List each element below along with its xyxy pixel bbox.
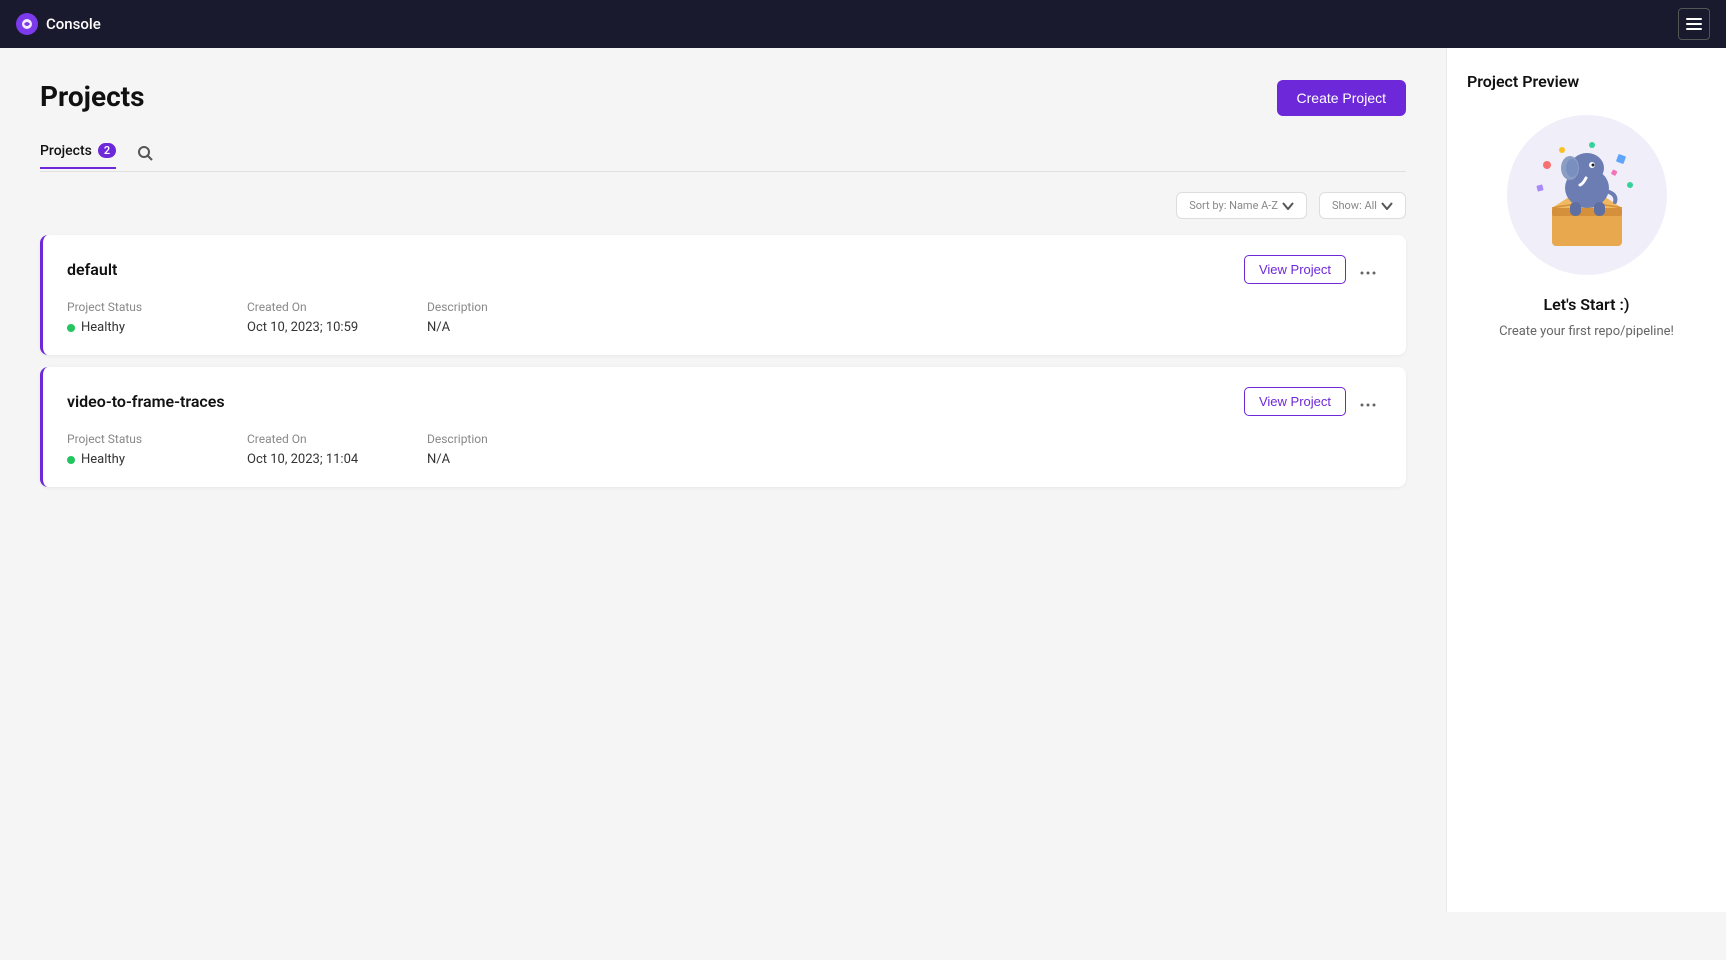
project-card-default: default View Project Project Status bbox=[40, 235, 1406, 355]
page-title: Projects bbox=[40, 80, 145, 113]
more-options-button-default[interactable] bbox=[1354, 255, 1382, 284]
project-created-label-vtft: Created On bbox=[247, 432, 427, 446]
project-created-value-vtft: Oct 10, 2023; 11:04 bbox=[247, 452, 427, 467]
sort-chevron-icon bbox=[1282, 202, 1294, 210]
preview-title: Project Preview bbox=[1467, 72, 1579, 91]
main-layout: Projects Create Project Projects 2 bbox=[0, 48, 1726, 912]
project-name-default: default bbox=[67, 260, 117, 279]
project-meta-vtft: Project Status Healthy Created On Oct 10… bbox=[67, 432, 1382, 467]
project-card-vtft: video-to-frame-traces View Project Proje… bbox=[40, 367, 1406, 487]
tab-projects[interactable]: Projects 2 bbox=[40, 143, 116, 169]
project-created-value-default: Oct 10, 2023; 10:59 bbox=[247, 320, 427, 335]
project-status-col-default: Project Status Healthy bbox=[67, 300, 247, 335]
project-created-label-default: Created On bbox=[247, 300, 427, 314]
filter-row: Sort by: Name A-Z Show: All bbox=[40, 192, 1406, 219]
project-card-header-default: default View Project bbox=[67, 255, 1382, 284]
project-status-value-default: Healthy bbox=[67, 320, 247, 335]
project-desc-value-vtft: N/A bbox=[427, 452, 1382, 467]
project-status-text-vtft: Healthy bbox=[81, 452, 125, 467]
project-desc-col-default: Description N/A bbox=[427, 300, 1382, 335]
more-options-button-vtft[interactable] bbox=[1354, 387, 1382, 416]
tab-projects-label: Projects bbox=[40, 143, 92, 159]
project-actions-default: View Project bbox=[1244, 255, 1382, 284]
app-logo bbox=[16, 13, 38, 35]
app-title: Console bbox=[46, 15, 101, 33]
sort-filter-label: Sort by: Name A-Z bbox=[1189, 199, 1278, 212]
project-status-text-default: Healthy bbox=[81, 320, 125, 335]
page-header: Projects Create Project bbox=[40, 80, 1406, 116]
project-status-value-vtft: Healthy bbox=[67, 452, 247, 467]
elephant-illustration bbox=[1507, 115, 1667, 275]
tabs-left: Projects 2 bbox=[40, 140, 158, 171]
create-project-button[interactable]: Create Project bbox=[1277, 80, 1406, 116]
show-filter[interactable]: Show: All bbox=[1319, 192, 1406, 219]
tab-projects-badge: 2 bbox=[98, 143, 116, 158]
topbar-left: Console bbox=[16, 13, 101, 35]
topbar: Console bbox=[0, 0, 1726, 48]
project-status-label-vtft: Project Status bbox=[67, 432, 247, 446]
project-created-col-default: Created On Oct 10, 2023; 10:59 bbox=[247, 300, 427, 335]
tabs-row: Projects 2 bbox=[40, 140, 1406, 172]
project-desc-col-vtft: Description N/A bbox=[427, 432, 1382, 467]
sort-filter[interactable]: Sort by: Name A-Z bbox=[1176, 192, 1307, 219]
view-project-button-vtft[interactable]: View Project bbox=[1244, 387, 1346, 416]
elephant-svg bbox=[1522, 130, 1652, 260]
search-button[interactable] bbox=[132, 140, 158, 171]
project-card-header-vtft: video-to-frame-traces View Project bbox=[67, 387, 1382, 416]
project-status-label-default: Project Status bbox=[67, 300, 247, 314]
project-status-col-vtft: Project Status Healthy bbox=[67, 432, 247, 467]
project-meta-default: Project Status Healthy Created On Oct 10… bbox=[67, 300, 1382, 335]
lets-start-title: Let's Start :) bbox=[1544, 295, 1630, 314]
project-desc-label-vtft: Description bbox=[427, 432, 1382, 446]
project-preview-sidebar: Project Preview bbox=[1446, 48, 1726, 912]
project-name-vtft: video-to-frame-traces bbox=[67, 392, 225, 411]
show-chevron-icon bbox=[1381, 202, 1393, 210]
menu-button[interactable] bbox=[1678, 8, 1710, 40]
status-dot-vtft bbox=[67, 456, 75, 464]
content-area: Projects Create Project Projects 2 bbox=[0, 48, 1446, 912]
more-dots-icon-vtft bbox=[1360, 403, 1376, 407]
lets-start-desc: Create your first repo/pipeline! bbox=[1499, 322, 1674, 342]
project-desc-label-default: Description bbox=[427, 300, 1382, 314]
view-project-button-default[interactable]: View Project bbox=[1244, 255, 1346, 284]
show-filter-label: Show: All bbox=[1332, 199, 1377, 212]
more-dots-icon bbox=[1360, 271, 1376, 275]
project-actions-vtft: View Project bbox=[1244, 387, 1382, 416]
project-created-col-vtft: Created On Oct 10, 2023; 11:04 bbox=[247, 432, 427, 467]
status-dot-default bbox=[67, 324, 75, 332]
project-desc-value-default: N/A bbox=[427, 320, 1382, 335]
